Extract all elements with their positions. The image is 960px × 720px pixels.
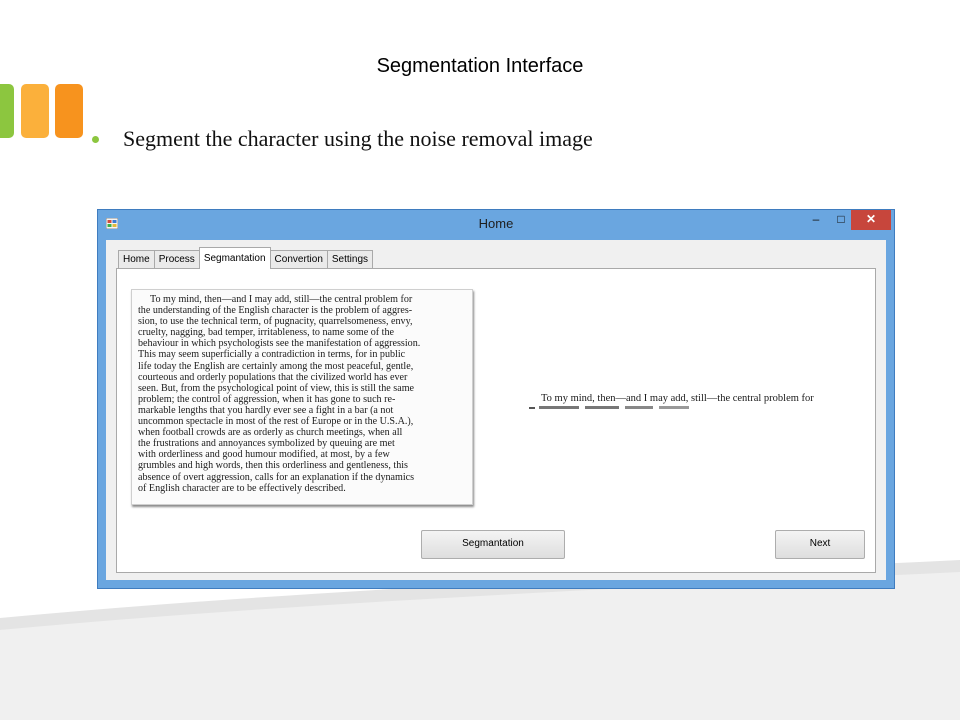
window-title: Home	[478, 216, 514, 231]
segmentation-tab-panel: To my mind, then—and I may add, still—th…	[116, 268, 876, 573]
tab-convertion[interactable]: Convertion	[269, 250, 328, 269]
document-line: of English character are to be effective…	[138, 482, 346, 494]
document-line: the frustrations and annoyances symboliz…	[138, 438, 395, 450]
tab-settings[interactable]: Settings	[326, 250, 374, 269]
bullet-dot-icon	[92, 135, 99, 143]
slide-accent-bar-yellow	[21, 84, 49, 138]
tab-home[interactable]: Home	[118, 250, 155, 269]
document-line: sion, to use the technical term, of pugn…	[138, 316, 413, 328]
close-button[interactable]: ✕	[851, 210, 891, 230]
document-line: courteous and orderly populations that t…	[138, 371, 408, 383]
noise-removed-document-image: To my mind, then—and I may add, still—th…	[131, 289, 473, 505]
bullet-item: Segment the character using the noise re…	[92, 126, 593, 152]
slide-title: Segmentation Interface	[376, 55, 584, 77]
document-line: cruelty, nagging, bad temper, irritablen…	[138, 327, 394, 339]
tab-strip: Home Process Segmantation Convertion Set…	[118, 247, 374, 269]
slide-accent-bar-green	[0, 84, 14, 138]
document-line: problem; the control of aggression, when…	[138, 393, 396, 405]
document-line: when football crowds are as orderly as c…	[138, 427, 403, 439]
bullet-text: Segment the character using the noise re…	[123, 126, 593, 151]
window-client-area: Home Process Segmantation Convertion Set…	[106, 240, 886, 580]
segmentation-button[interactable]: Segmantation	[421, 530, 565, 559]
document-line: the understanding of the English charact…	[138, 305, 413, 317]
next-button[interactable]: Next	[775, 530, 865, 559]
segmented-next-line-fragment	[529, 406, 689, 409]
document-line: This may seem superficially a contradict…	[138, 349, 406, 361]
app-window: Home – □ ✕ Home Process Segmantation Con…	[97, 209, 895, 589]
tab-segmentation[interactable]: Segmantation	[198, 247, 271, 269]
document-line: To my mind, then—and I may add, still—th…	[150, 294, 413, 305]
document-line: markable lengths that you hardly ever se…	[138, 404, 394, 416]
document-line: seen. But, from the psychological point …	[138, 382, 415, 394]
document-line: grumbles and high words, then this order…	[138, 460, 408, 472]
maximize-button[interactable]: □	[829, 210, 853, 230]
document-line: behaviour in which psychologists see the…	[138, 338, 421, 350]
tab-process[interactable]: Process	[153, 250, 200, 269]
document-line: uncommon spectacle in most of the rest o…	[138, 416, 414, 428]
segmented-line-output: To my mind, then—and I may add, still—th…	[541, 393, 814, 404]
document-line: life today the English are certainly amo…	[138, 360, 414, 372]
minimize-button[interactable]: –	[803, 210, 829, 230]
slide-accent-bar-orange	[55, 84, 83, 138]
document-line: with orderliness and good humour modifie…	[138, 449, 390, 461]
document-line: absence of overt aggression, calls for a…	[138, 471, 415, 483]
window-titlebar[interactable]: Home – □ ✕	[98, 210, 894, 237]
